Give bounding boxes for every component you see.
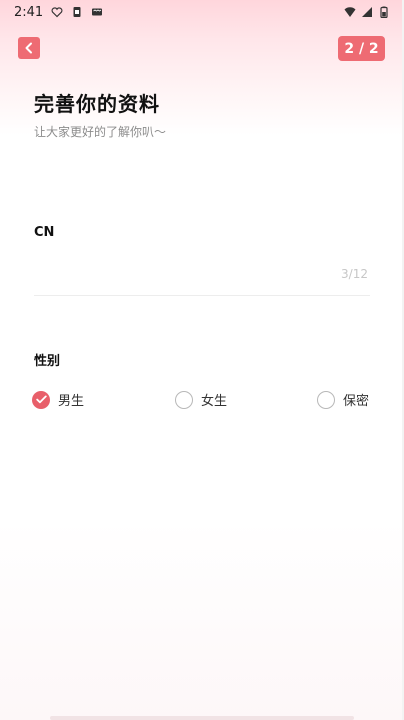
gender-option-label: 保密 <box>343 394 370 409</box>
cn-divider <box>34 295 370 296</box>
gender-option-label: 女生 <box>201 394 228 409</box>
back-button[interactable] <box>18 37 40 59</box>
page-title: 完善你的资料 <box>34 92 160 116</box>
signal-icon <box>362 7 372 17</box>
bottom-edge-bar <box>50 716 354 720</box>
page-subtitle: 让大家更好的了解你叭～ <box>34 125 167 139</box>
status-bar: 2:41 <box>0 0 404 24</box>
sim-icon <box>73 7 81 17</box>
cn-input[interactable] <box>34 262 338 288</box>
sms-icon <box>92 8 103 16</box>
gender-option-secret[interactable]: 保密 <box>317 390 369 409</box>
battery-icon <box>380 6 388 18</box>
top-header: 2 / 2 <box>0 35 404 65</box>
radio-checked-icon <box>32 390 50 409</box>
gender-option-label: 男生 <box>58 394 85 409</box>
heart-icon <box>51 7 63 18</box>
status-left: 2:41 <box>14 5 103 20</box>
cn-char-counter: 3/12 <box>341 267 368 281</box>
radio-unchecked-icon <box>317 390 335 409</box>
gender-radio-group: 男生 女生 保密 <box>0 390 404 412</box>
status-right <box>344 6 390 18</box>
cn-label: CN <box>34 225 55 240</box>
gender-label: 性别 <box>34 354 61 369</box>
gender-option-female[interactable]: 女生 <box>175 390 227 409</box>
wifi-icon <box>344 7 356 17</box>
chevron-left-icon <box>25 42 32 54</box>
step-indicator: 2 / 2 <box>338 36 385 61</box>
radio-unchecked-icon <box>175 390 193 409</box>
gender-option-male[interactable]: 男生 <box>32 390 84 409</box>
status-time: 2:41 <box>14 4 44 20</box>
